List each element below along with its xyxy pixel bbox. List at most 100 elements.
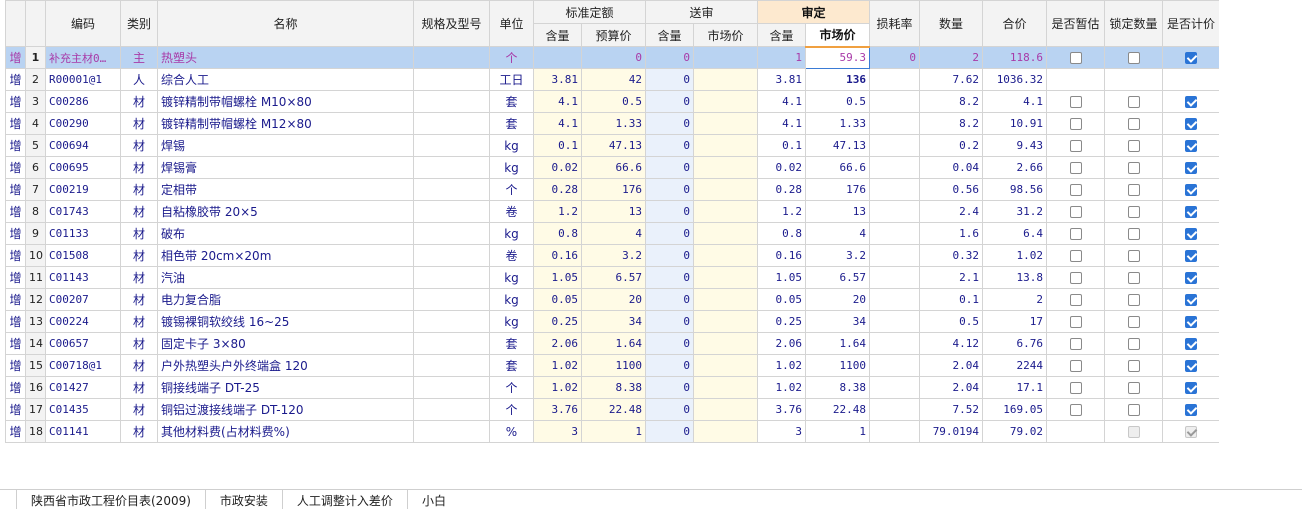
row-index[interactable]: 16 bbox=[25, 376, 46, 399]
cell-loss-rate[interactable] bbox=[869, 68, 921, 91]
cell-std-budget[interactable]: 176 bbox=[580, 178, 647, 201]
cell-aud-market[interactable]: 1100 bbox=[805, 354, 871, 377]
cell-aud-market[interactable]: 59.3 bbox=[805, 46, 871, 69]
cell-quantity[interactable]: 0.5 bbox=[919, 310, 984, 333]
is-estimate-checkbox[interactable] bbox=[1069, 250, 1082, 262]
cell-code[interactable]: C00657 bbox=[45, 332, 121, 355]
cell-total[interactable]: 13.8 bbox=[982, 266, 1048, 289]
cell-std-budget[interactable]: 42 bbox=[580, 68, 647, 91]
row-index[interactable]: 5 bbox=[25, 134, 46, 157]
is-priced-checkbox[interactable] bbox=[1185, 140, 1198, 152]
cell-unit[interactable]: kg bbox=[489, 134, 534, 157]
cell-aud-market[interactable]: 13 bbox=[805, 200, 871, 223]
cell-category[interactable]: 材 bbox=[120, 222, 158, 245]
cell-sub-qty[interactable]: 0 bbox=[645, 68, 695, 91]
cell-aud-qty[interactable]: 0.8 bbox=[757, 222, 807, 245]
cell-unit[interactable]: 工日 bbox=[489, 68, 534, 91]
cell-spec[interactable] bbox=[413, 244, 490, 267]
header-aud-market[interactable]: 市场价 bbox=[805, 23, 871, 48]
cell-aud-qty[interactable]: 1.2 bbox=[757, 200, 807, 223]
is-estimate-checkbox[interactable] bbox=[1069, 382, 1082, 394]
is-priced-checkbox[interactable] bbox=[1185, 184, 1198, 196]
cell-total[interactable]: 1.02 bbox=[982, 244, 1048, 267]
cell-code[interactable]: C00694 bbox=[45, 134, 121, 157]
row-index[interactable]: 1 bbox=[25, 46, 46, 69]
is-priced-checkbox[interactable] bbox=[1185, 162, 1198, 174]
cell-unit[interactable]: kg bbox=[489, 266, 534, 289]
cell-code[interactable]: C01435 bbox=[45, 398, 121, 421]
table-row[interactable]: 增 18 C01141 材其他材料费(占材料费%)% 3 1 0 3 1 79.0194 79.02 bbox=[5, 420, 1219, 443]
cell-unit[interactable]: % bbox=[489, 420, 534, 443]
cell-std-qty[interactable]: 1.05 bbox=[533, 266, 582, 289]
cell-aud-qty[interactable]: 1.02 bbox=[757, 354, 807, 377]
lock-qty-checkbox[interactable] bbox=[1127, 140, 1140, 152]
cell-category[interactable]: 材 bbox=[120, 244, 158, 267]
cell-code[interactable]: C00718@1 bbox=[45, 354, 121, 377]
cell-total[interactable]: 79.02 bbox=[982, 420, 1048, 443]
cell-aud-qty[interactable]: 0.25 bbox=[757, 310, 807, 333]
is-estimate-checkbox[interactable] bbox=[1069, 404, 1082, 416]
is-priced-checkbox[interactable] bbox=[1185, 338, 1198, 350]
lock-qty-checkbox[interactable] bbox=[1127, 184, 1140, 196]
cell-std-budget[interactable]: 4 bbox=[580, 222, 647, 245]
cell-sub-market[interactable] bbox=[693, 332, 759, 355]
cell-sub-qty[interactable]: 0 bbox=[645, 90, 695, 113]
lock-qty-checkbox[interactable] bbox=[1127, 360, 1140, 372]
header-lock-qty[interactable]: 锁定数量 bbox=[1104, 0, 1164, 47]
cell-aud-qty[interactable]: 3.81 bbox=[757, 68, 807, 91]
cell-name[interactable]: 热塑头 bbox=[157, 46, 414, 69]
cell-aud-qty[interactable]: 0.16 bbox=[757, 244, 807, 267]
table-row[interactable]: 增 16 C01427 材铜接线端子 DT-25 个 1.02 8.38 0 1.02 8.38 2… bbox=[5, 376, 1219, 399]
cell-name[interactable]: 固定卡子 3×80 bbox=[157, 332, 414, 355]
cell-category[interactable]: 材 bbox=[120, 134, 158, 157]
header-spec[interactable]: 规格及型号 bbox=[413, 0, 490, 47]
cell-std-qty[interactable]: 4.1 bbox=[533, 90, 582, 113]
cell-unit[interactable]: 个 bbox=[489, 178, 534, 201]
cell-loss-rate[interactable] bbox=[869, 310, 921, 333]
cell-quantity[interactable]: 7.52 bbox=[919, 398, 984, 421]
lock-qty-checkbox[interactable] bbox=[1127, 382, 1140, 394]
cell-category[interactable]: 材 bbox=[120, 200, 158, 223]
cell-aud-market[interactable]: 22.48 bbox=[805, 398, 871, 421]
lock-qty-checkbox[interactable] bbox=[1127, 250, 1140, 262]
cell-std-budget[interactable]: 47.13 bbox=[580, 134, 647, 157]
is-estimate-checkbox[interactable] bbox=[1069, 162, 1082, 174]
cell-sub-qty[interactable]: 0 bbox=[645, 266, 695, 289]
cell-category[interactable]: 材 bbox=[120, 288, 158, 311]
cell-sub-qty[interactable]: 0 bbox=[645, 244, 695, 267]
table-row[interactable]: 增 15 C00718@1 材户外热塑头户外终端盒 120 套 1.02 1100 0 1.02… bbox=[5, 354, 1219, 377]
cell-loss-rate[interactable] bbox=[869, 354, 921, 377]
cell-loss-rate[interactable] bbox=[869, 420, 921, 443]
cell-unit[interactable]: 个 bbox=[489, 398, 534, 421]
cell-quantity[interactable]: 2.04 bbox=[919, 376, 984, 399]
cell-total[interactable]: 2244 bbox=[982, 354, 1048, 377]
cell-loss-rate[interactable] bbox=[869, 244, 921, 267]
lock-qty-checkbox[interactable] bbox=[1127, 118, 1140, 130]
cell-aud-qty[interactable]: 4.1 bbox=[757, 90, 807, 113]
cell-aud-market[interactable]: 66.6 bbox=[805, 156, 871, 179]
cell-std-qty[interactable]: 1.02 bbox=[533, 354, 582, 377]
cell-unit[interactable]: 套 bbox=[489, 112, 534, 135]
cell-sub-market[interactable] bbox=[693, 68, 759, 91]
cell-code[interactable]: 补充主材0… bbox=[45, 46, 121, 69]
cell-sub-market[interactable] bbox=[693, 178, 759, 201]
cell-aud-qty[interactable]: 3 bbox=[757, 420, 807, 443]
is-estimate-checkbox[interactable] bbox=[1069, 338, 1082, 350]
row-index[interactable]: 7 bbox=[25, 178, 46, 201]
is-priced-checkbox[interactable] bbox=[1185, 206, 1198, 218]
cell-sub-qty[interactable]: 0 bbox=[645, 332, 695, 355]
cell-std-qty[interactable]: 2.06 bbox=[533, 332, 582, 355]
row-index[interactable]: 17 bbox=[25, 398, 46, 421]
is-estimate-checkbox[interactable] bbox=[1069, 52, 1082, 64]
cell-quantity[interactable]: 2.04 bbox=[919, 354, 984, 377]
cell-std-qty[interactable]: 3 bbox=[533, 420, 582, 443]
cell-std-qty[interactable]: 4.1 bbox=[533, 112, 582, 135]
cell-std-qty[interactable]: 1.02 bbox=[533, 376, 582, 399]
cell-aud-qty[interactable]: 4.1 bbox=[757, 112, 807, 135]
cell-total[interactable]: 9.43 bbox=[982, 134, 1048, 157]
cell-code[interactable]: C00219 bbox=[45, 178, 121, 201]
cell-std-budget[interactable]: 1.64 bbox=[580, 332, 647, 355]
cell-std-budget[interactable]: 1 bbox=[580, 420, 647, 443]
cell-quantity[interactable]: 8.2 bbox=[919, 112, 984, 135]
cell-std-qty[interactable]: 0.02 bbox=[533, 156, 582, 179]
